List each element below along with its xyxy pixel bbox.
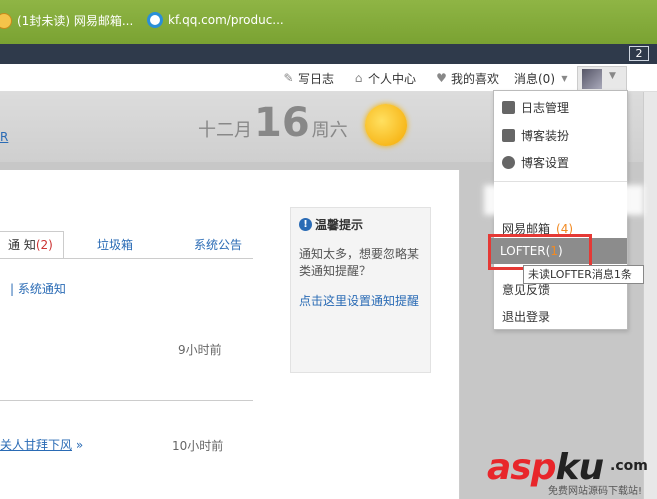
write-blog-link[interactable]: ✎ 写日志 — [282, 70, 334, 87]
user-menu-toggle[interactable]: ▼ — [577, 66, 627, 91]
notification-settings-link[interactable]: 点击这里设置通知提醒 — [299, 292, 429, 309]
menu-item-blog-theme[interactable]: 博客装扮 — [502, 127, 569, 144]
menu-divider — [494, 181, 627, 182]
menu-item-blog-manage[interactable]: 日志管理 — [502, 99, 569, 116]
date-weekday: 周六 — [311, 120, 348, 141]
tab-notice-label: 通 知 — [8, 238, 36, 252]
personal-center-label: 个人中心 — [368, 72, 417, 86]
shirt-icon — [502, 129, 515, 142]
bookmark-mail-label: (1封未读) 网易邮箱... — [17, 14, 134, 28]
tab-system-announcement[interactable]: 系统公告 — [194, 236, 242, 253]
watermark-subtitle: 免费网站源码下载站! — [548, 486, 643, 497]
post-link[interactable]: 关人甘拜下风 » — [0, 436, 83, 453]
notice-time: 10小时前 — [172, 439, 224, 453]
sun-weather-icon — [365, 104, 407, 146]
post-link-text: 关人甘拜下风 — [0, 438, 73, 452]
bookmark-qq[interactable]: kf.qq.com/produc... — [147, 12, 284, 28]
tab-spam[interactable]: 垃圾箱 — [97, 236, 133, 253]
tab-divider — [0, 258, 253, 259]
menu-item-logout[interactable]: 退出登录 — [502, 308, 550, 325]
list-divider — [0, 400, 253, 401]
chevron-down-icon: ▼ — [609, 71, 616, 81]
bookmark-qq-label: kf.qq.com/produc... — [168, 13, 284, 27]
qq-icon — [147, 12, 163, 28]
menu-item-blog-settings[interactable]: 博客设置 — [502, 154, 569, 171]
tips-text: 通知太多，想要忽略某类通知提醒？ — [299, 247, 420, 278]
my-likes-link[interactable]: ♥ 我的喜欢 — [435, 70, 499, 87]
watermark-asp: asp — [487, 447, 556, 488]
window-strip: 2 — [0, 44, 657, 64]
post-link-arrow: » — [75, 438, 84, 452]
tips-title: ! 温馨提示 — [299, 216, 363, 233]
menu-item-label: 博客设置 — [521, 156, 570, 170]
bookmark-mail[interactable]: (1封未读) 网易邮箱... — [0, 12, 133, 29]
menu-item-label: 日志管理 — [521, 101, 570, 115]
write-blog-label: 写日志 — [298, 72, 335, 86]
header-link[interactable]: R — [0, 130, 8, 144]
bookmarks-bar: (1封未读) 网易邮箱... kf.qq.com/produc... — [0, 0, 657, 44]
messages-label: 消息(0) — [514, 72, 555, 86]
info-icon: ! — [299, 218, 312, 231]
chevron-down-icon: ▼ — [561, 74, 568, 83]
blurred-region — [484, 185, 644, 215]
edit-icon: ✎ — [283, 71, 294, 85]
gear-icon — [502, 156, 515, 169]
my-likes-label: 我的喜欢 — [451, 72, 500, 86]
tips-title-text: 温馨提示 — [315, 218, 364, 232]
lofter-tooltip: 未读LOFTER消息1条 — [523, 265, 644, 284]
avatar — [582, 69, 602, 89]
tips-panel: ! 温馨提示 通知太多，想要忽略某类通知提醒？ 点击这里设置通知提醒 — [290, 207, 431, 373]
personal-center-link[interactable]: ⌂ 个人中心 — [352, 70, 416, 87]
date-display: 十二月 16 周六 — [198, 100, 348, 146]
menu-item-label: 博客装扮 — [521, 129, 570, 143]
messages-link[interactable]: 消息(0) ▼ — [514, 70, 571, 87]
date-day: 16 — [254, 100, 310, 146]
tab-notice-count: (2) — [35, 238, 53, 252]
heart-icon: ♥ — [436, 71, 447, 85]
mail-icon — [0, 12, 12, 29]
document-icon — [502, 101, 515, 114]
system-notice-filter[interactable]: | 系统通知 — [10, 280, 66, 297]
notice-time: 9小时前 — [178, 343, 222, 357]
top-nav: ✎ 写日志 ⌂ 个人中心 ♥ 我的喜欢 消息(0) ▼ — [0, 64, 657, 92]
watermark-com: .com — [610, 458, 648, 474]
tab-notice[interactable]: 通 知(2) — [0, 231, 64, 258]
date-month: 十二月 — [198, 120, 252, 141]
home-icon: ⌂ — [354, 71, 363, 85]
tab-count-button[interactable]: 2 — [629, 46, 649, 61]
scrollbar[interactable] — [643, 92, 657, 499]
